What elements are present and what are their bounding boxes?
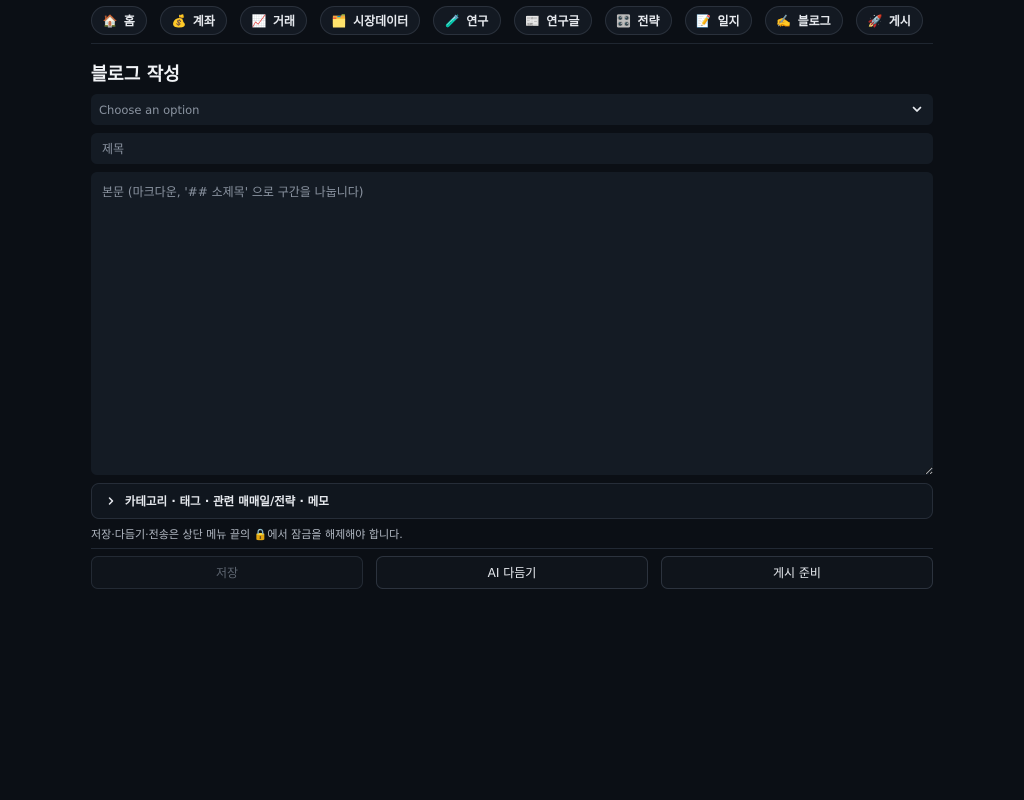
nav-item-0[interactable]: 🏠 홈 [91, 6, 148, 35]
chevron-right-icon [108, 497, 114, 505]
title-input[interactable] [91, 133, 933, 164]
save-button[interactable]: 저장 [91, 556, 363, 589]
nav-item-label: 블로그 [797, 14, 831, 28]
test-tube-icon: 🧪 [444, 13, 460, 28]
chevron-down-icon [912, 106, 922, 112]
money-bag-icon: 💰 [171, 13, 187, 28]
page-title: 블로그 작성 [91, 64, 181, 85]
writing-hand-icon: ✍️ [776, 13, 792, 28]
save-button-label: 저장 [215, 566, 239, 580]
ai-refine-button-label: AI 다듬기 [487, 566, 537, 580]
nav-item-4[interactable]: 🧪 연구 [433, 6, 501, 35]
home-icon: 🏠 [102, 13, 118, 28]
publish-prep-button[interactable]: 게시 준비 [661, 556, 933, 589]
divider [91, 548, 933, 549]
body-textarea[interactable] [91, 172, 933, 475]
nav-item-label: 전략 [637, 14, 660, 28]
nav-item-3[interactable]: 🗂️ 시장데이터 [320, 6, 421, 35]
nav-item-label: 일지 [717, 14, 740, 28]
ai-refine-button[interactable]: AI 다듬기 [376, 556, 648, 589]
nav-item-2[interactable]: 📈 거래 [240, 6, 308, 35]
nav-track: 🏠홈💰계좌📈거래🗂️시장데이터🧪연구📰연구글🎛️전략📝일지✍️블로그🚀게시🩺시스… [91, 6, 933, 35]
nav-item-9[interactable]: 🚀 게시 [855, 6, 924, 35]
app-container: 🏠홈💰계좌📈거래🗂️시장데이터🧪연구📰연구글🎛️전략📝일지✍️블로그🚀게시🩺시스… [91, 0, 933, 589]
nav-item-1[interactable]: 💰 계좌 [160, 6, 228, 35]
newspaper-icon: 📰 [525, 13, 540, 28]
publish-prep-button-label: 게시 준비 [773, 566, 821, 580]
nav-item-8[interactable]: ✍️ 블로그 [764, 6, 843, 35]
top-nav: 🏠홈💰계좌📈거래🗂️시장데이터🧪연구📰연구글🎛️전략📝일지✍️블로그🚀게시🩺시스… [91, 0, 933, 44]
category-select[interactable]: Choose an option [91, 94, 933, 125]
memo-icon: 📝 [696, 13, 712, 28]
nav-item-label: 연구글 [546, 14, 580, 28]
rocket-icon: 🚀 [867, 13, 883, 28]
select-placeholder: Choose an option [99, 102, 200, 117]
expander-label: 카테고리 · 태그 · 관련 매매일/전략 · 메모 [125, 494, 330, 508]
nav-item-7[interactable]: 📝 일지 [684, 6, 752, 35]
nav-item-label: 거래 [273, 14, 296, 28]
nav-item-label: 계좌 [193, 14, 216, 28]
nav-item-label: 시장데이터 [353, 14, 409, 28]
metadata-expander[interactable]: 카테고리 · 태그 · 관련 매매일/전략 · 메모 [91, 483, 933, 519]
nav-item-label: 게시 [888, 14, 912, 28]
chart-up-icon: 📈 [251, 13, 267, 28]
control-knobs-icon: 🎛️ [616, 13, 632, 28]
folder-icon: 🗂️ [331, 13, 347, 28]
nav-item-label: 연구 [466, 14, 489, 28]
nav-item-6[interactable]: 🎛️ 전략 [604, 6, 672, 35]
nav-item-5[interactable]: 📰 연구글 [513, 6, 592, 35]
lock-notice-caption: 저장·다듬기·전송은 상단 메뉴 끝의 🔒에서 잠금을 해제해야 합니다. [91, 528, 403, 541]
nav-item-label: 홈 [124, 14, 136, 28]
